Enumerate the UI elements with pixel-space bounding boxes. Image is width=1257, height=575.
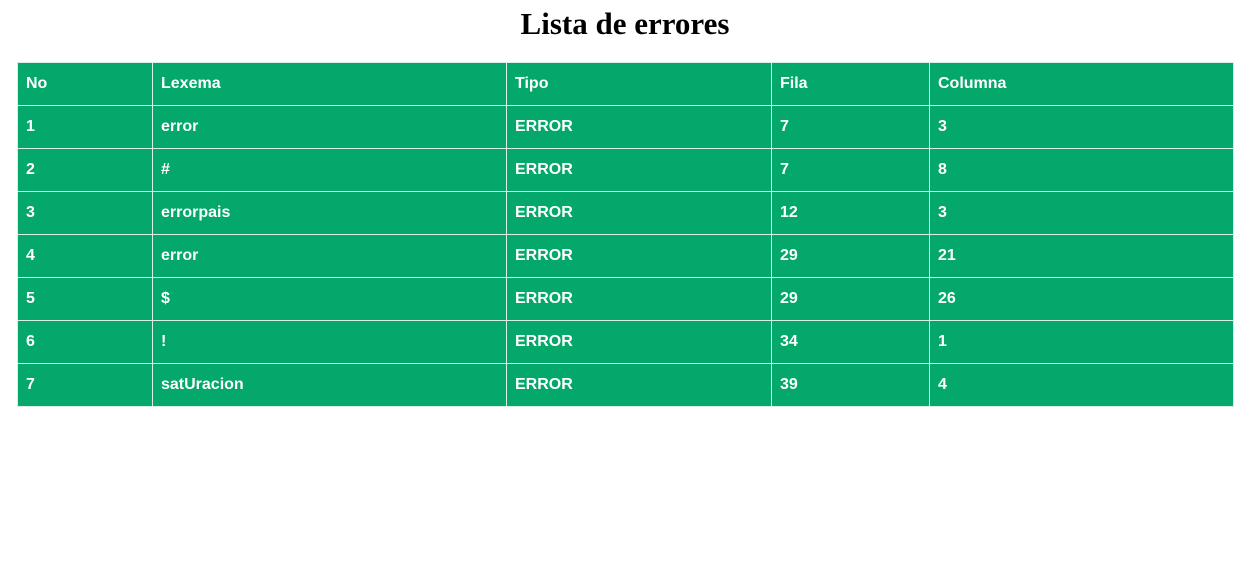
cell-fila: 29 bbox=[771, 234, 930, 278]
cell-lexema: error bbox=[152, 234, 507, 278]
cell-tipo: ERROR bbox=[506, 363, 772, 407]
table-row: 1 error ERROR 7 3 bbox=[17, 105, 1234, 149]
table-row: 3 errorpais ERROR 12 3 bbox=[17, 191, 1234, 235]
cell-tipo: ERROR bbox=[506, 234, 772, 278]
cell-columna: 4 bbox=[929, 363, 1234, 407]
table-header-row: No Lexema Tipo Fila Columna bbox=[17, 62, 1234, 106]
cell-lexema: errorpais bbox=[152, 191, 507, 235]
cell-fila: 7 bbox=[771, 148, 930, 192]
column-header-tipo: Tipo bbox=[506, 62, 772, 106]
page-title: Lista de errores bbox=[520, 6, 730, 41]
table-row: 2 # ERROR 7 8 bbox=[17, 148, 1234, 192]
column-header-no: No bbox=[17, 62, 153, 106]
column-header-fila: Fila bbox=[771, 62, 930, 106]
cell-columna: 26 bbox=[929, 277, 1234, 321]
cell-fila: 12 bbox=[771, 191, 930, 235]
cell-columna: 21 bbox=[929, 234, 1234, 278]
cell-no: 6 bbox=[17, 320, 153, 364]
cell-columna: 3 bbox=[929, 105, 1234, 149]
cell-fila: 29 bbox=[771, 277, 930, 321]
table-row: 7 satUracion ERROR 39 4 bbox=[17, 363, 1234, 407]
cell-tipo: ERROR bbox=[506, 277, 772, 321]
column-header-lexema: Lexema bbox=[152, 62, 507, 106]
cell-no: 4 bbox=[17, 234, 153, 278]
cell-tipo: ERROR bbox=[506, 320, 772, 364]
cell-no: 2 bbox=[17, 148, 153, 192]
cell-lexema: # bbox=[152, 148, 507, 192]
cell-lexema: error bbox=[152, 105, 507, 149]
cell-tipo: ERROR bbox=[506, 148, 772, 192]
cell-no: 7 bbox=[17, 363, 153, 407]
table-row: 6 ! ERROR 34 1 bbox=[17, 320, 1234, 364]
cell-no: 5 bbox=[17, 277, 153, 321]
errors-table: No Lexema Tipo Fila Columna 1 error ERRO… bbox=[17, 62, 1234, 407]
cell-no: 1 bbox=[17, 105, 153, 149]
cell-columna: 8 bbox=[929, 148, 1234, 192]
cell-tipo: ERROR bbox=[506, 105, 772, 149]
cell-fila: 34 bbox=[771, 320, 930, 364]
cell-no: 3 bbox=[17, 191, 153, 235]
cell-lexema: $ bbox=[152, 277, 507, 321]
table-row: 4 error ERROR 29 21 bbox=[17, 234, 1234, 278]
cell-columna: 3 bbox=[929, 191, 1234, 235]
cell-fila: 39 bbox=[771, 363, 930, 407]
cell-columna: 1 bbox=[929, 320, 1234, 364]
cell-tipo: ERROR bbox=[506, 191, 772, 235]
cell-lexema: satUracion bbox=[152, 363, 507, 407]
cell-lexema: ! bbox=[152, 320, 507, 364]
column-header-columna: Columna bbox=[929, 62, 1234, 106]
cell-fila: 7 bbox=[771, 105, 930, 149]
table-row: 5 $ ERROR 29 26 bbox=[17, 277, 1234, 321]
